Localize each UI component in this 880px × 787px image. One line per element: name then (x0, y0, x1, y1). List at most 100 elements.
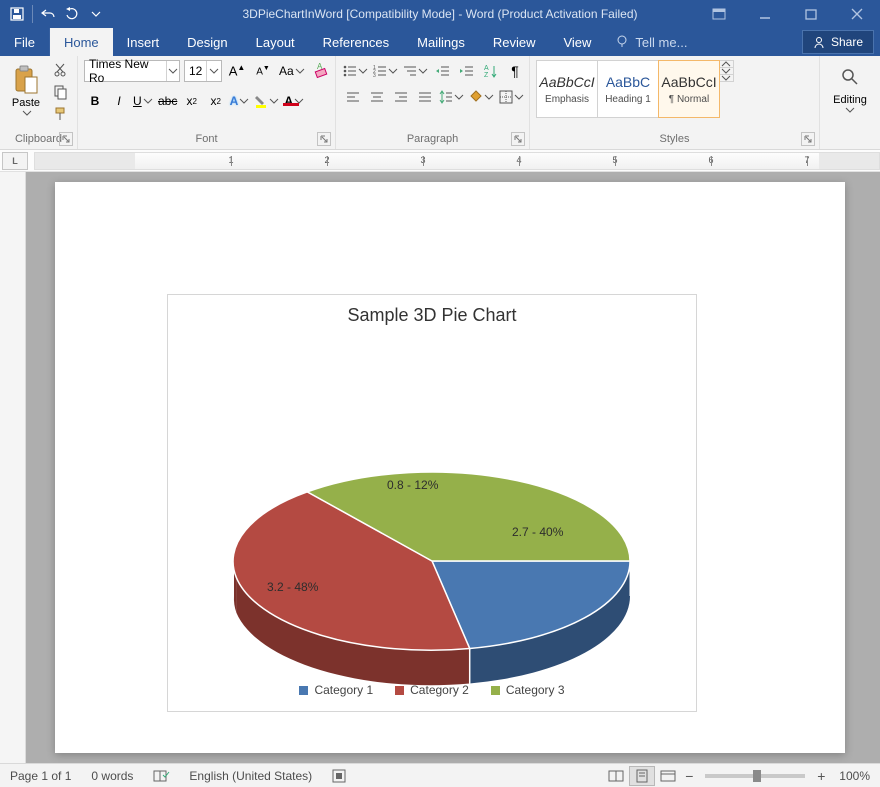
underline-button[interactable]: U (132, 90, 155, 112)
underline-label: U (133, 94, 142, 108)
tab-review[interactable]: Review (479, 28, 550, 56)
tab-mailings[interactable]: Mailings (403, 28, 479, 56)
align-right-button[interactable] (390, 86, 412, 108)
tab-file[interactable]: File (0, 28, 50, 56)
subscript-button[interactable]: x2 (181, 90, 203, 112)
status-spellcheck[interactable] (143, 769, 179, 783)
shrink-font-button[interactable]: A▼ (252, 60, 274, 82)
line-spacing-button[interactable] (438, 86, 466, 108)
group-editing: Editing (820, 56, 880, 149)
italic-button[interactable]: I (108, 90, 130, 112)
style-emphasis[interactable]: AaBbCcIEmphasis (536, 60, 598, 118)
clear-formatting-button[interactable]: A (311, 60, 333, 82)
align-left-button[interactable] (342, 86, 364, 108)
tell-me-search[interactable]: Tell me... (605, 28, 697, 56)
sort-button[interactable]: AZ (480, 60, 502, 82)
bold-button[interactable]: B (84, 90, 106, 112)
borders-button[interactable] (498, 86, 526, 108)
change-case-button[interactable]: Aa (278, 60, 307, 82)
align-left-icon (346, 91, 360, 103)
paste-button[interactable]: Paste (6, 60, 46, 120)
status-language[interactable]: English (United States) (179, 769, 322, 783)
web-layout-view[interactable] (655, 766, 681, 786)
clipboard-dialog-launcher[interactable] (59, 132, 73, 146)
web-layout-icon (660, 770, 676, 782)
show-marks-button[interactable]: ¶ (504, 60, 526, 82)
font-color-button[interactable]: A (283, 90, 306, 112)
zoom-slider[interactable] (705, 774, 805, 778)
redo-icon[interactable] (61, 3, 83, 25)
increase-indent-icon (460, 65, 474, 77)
chevron-down-icon[interactable] (846, 108, 854, 113)
format-painter-button[interactable] (50, 104, 70, 124)
qat-customize-icon[interactable] (85, 3, 107, 25)
increase-indent-button[interactable] (456, 60, 478, 82)
chart-object[interactable]: Sample 3D Pie Chart (167, 294, 697, 712)
data-label-cat1: 2.7 - 40% (512, 525, 563, 539)
numbering-button[interactable]: 123 (372, 60, 400, 82)
save-icon[interactable] (6, 3, 28, 25)
zoom-in-button[interactable]: + (813, 768, 829, 784)
style-preview: AaBbCcI (539, 74, 594, 90)
zoom-thumb[interactable] (753, 770, 761, 782)
font-name-combo[interactable]: Times New Ro (84, 60, 180, 82)
align-center-button[interactable] (366, 86, 388, 108)
undo-icon[interactable] (37, 3, 59, 25)
document-page[interactable]: Sample 3D Pie Chart (55, 182, 845, 753)
quick-access-toolbar (0, 3, 107, 25)
horizontal-ruler[interactable]: 1234567 (34, 152, 880, 170)
share-button[interactable]: Share (802, 30, 874, 54)
paragraph-dialog-launcher[interactable] (511, 132, 525, 146)
tab-design[interactable]: Design (173, 28, 241, 56)
strikethrough-button[interactable]: abc (157, 90, 179, 112)
gallery-down-button[interactable] (719, 68, 733, 75)
tab-layout[interactable]: Layout (242, 28, 309, 56)
minimize-icon[interactable] (742, 0, 788, 28)
justify-button[interactable] (414, 86, 436, 108)
maximize-icon[interactable] (788, 0, 834, 28)
sort-icon: AZ (484, 64, 498, 78)
multilevel-list-button[interactable] (402, 60, 430, 82)
text-effects-button[interactable]: A (229, 90, 252, 112)
status-words[interactable]: 0 words (81, 769, 143, 783)
find-button[interactable] (833, 62, 867, 92)
superscript-button[interactable]: x2 (205, 90, 227, 112)
decrease-indent-button[interactable] (432, 60, 454, 82)
font-size-combo[interactable]: 12 (184, 60, 222, 82)
tab-view[interactable]: View (549, 28, 605, 56)
chevron-down-icon (359, 69, 367, 74)
shading-icon (469, 90, 483, 104)
status-page[interactable]: Page 1 of 1 (0, 769, 81, 783)
vertical-ruler[interactable] (0, 172, 26, 763)
line-spacing-icon (439, 90, 453, 104)
chevron-down-icon (389, 69, 397, 74)
styles-dialog-launcher[interactable] (801, 132, 815, 146)
tab-insert[interactable]: Insert (113, 28, 174, 56)
copy-button[interactable] (50, 82, 70, 102)
window-controls (696, 0, 880, 28)
svg-text:A: A (317, 62, 323, 71)
read-mode-view[interactable] (603, 766, 629, 786)
tab-home[interactable]: Home (50, 28, 113, 56)
bullets-button[interactable] (342, 60, 370, 82)
zoom-out-button[interactable]: − (681, 768, 697, 784)
font-dialog-launcher[interactable] (317, 132, 331, 146)
eraser-icon: A (314, 63, 330, 79)
zoom-level[interactable]: 100% (829, 769, 880, 783)
ribbon-display-options-icon[interactable] (696, 0, 742, 28)
print-layout-view[interactable] (629, 766, 655, 786)
status-macro[interactable] (322, 769, 356, 783)
tab-selector[interactable]: L (2, 152, 28, 170)
close-icon[interactable] (834, 0, 880, 28)
grow-font-button[interactable]: A▲ (226, 60, 248, 82)
cut-button[interactable] (50, 60, 70, 80)
strike-label: abc (158, 94, 177, 108)
paste-label: Paste (12, 97, 40, 109)
tab-references[interactable]: References (309, 28, 403, 56)
style--normal[interactable]: AaBbCcI¶ Normal (658, 60, 720, 118)
shading-button[interactable] (468, 86, 496, 108)
gallery-more-button[interactable] (719, 75, 733, 81)
highlight-button[interactable] (253, 90, 281, 112)
style-heading-1[interactable]: AaBbCHeading 1 (597, 60, 659, 118)
gallery-up-button[interactable] (719, 61, 733, 68)
